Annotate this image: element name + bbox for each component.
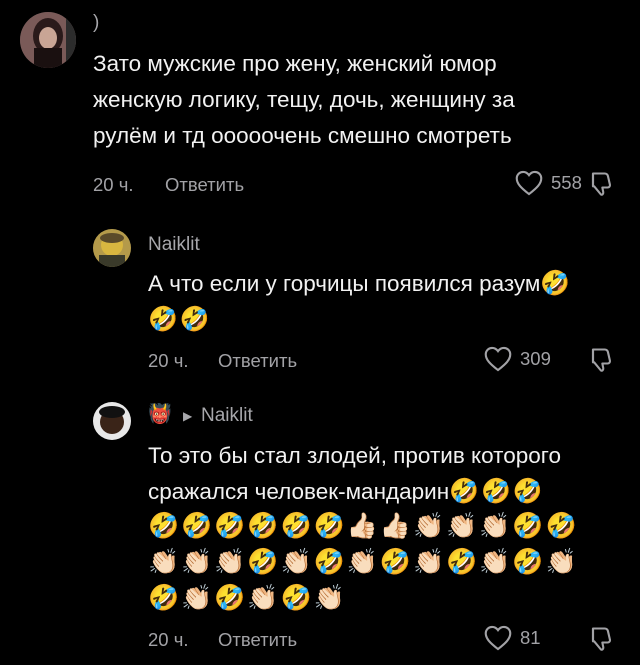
- comment-timestamp: 20 ч.: [148, 629, 189, 650]
- comment-line-text: А что если у горчицы появился разум: [148, 271, 541, 296]
- avatar-portrait-icon: [20, 12, 76, 68]
- dislike-button[interactable]: [586, 625, 614, 658]
- comment-timestamp: 20 ч.: [148, 350, 189, 371]
- dislike-button[interactable]: [586, 346, 614, 379]
- like-count: 309: [520, 348, 551, 369]
- comment-line: То это бы стал злодей, против которого: [148, 443, 561, 468]
- reply-to-author[interactable]: Naiklit: [201, 405, 253, 427]
- comment-line: сражался человек-мандарин🤣🤣🤣: [148, 474, 561, 510]
- comment-text: А что если у горчицы появился разум🤣 🤣🤣: [148, 266, 572, 338]
- author-emoji[interactable]: 👹: [148, 402, 172, 426]
- comment-line: Зато мужские про жену, женский юмор: [93, 51, 497, 76]
- avatar-face-icon: [93, 402, 131, 440]
- reply-arrow-icon: ▶: [183, 409, 193, 423]
- comment-line: рулём и тд ооооочень смешно смотреть: [93, 123, 512, 148]
- thumbs-down-icon: [591, 172, 612, 196]
- avatar[interactable]: [20, 12, 76, 68]
- avatar-mustard-icon: [93, 229, 131, 267]
- comment-line: женскую логику, тещу, дочь, женщину за: [93, 87, 515, 112]
- heart-icon: [484, 346, 512, 372]
- emoji: 🤣🤣: [148, 306, 212, 333]
- emoji: 🤣: [540, 270, 573, 297]
- reply-button[interactable]: Ответить: [218, 350, 297, 372]
- thumbs-down-icon: [591, 348, 612, 372]
- emoji-row: 🤣🤣🤣🤣🤣🤣👍🏻👍🏻👏🏻👏🏻👏🏻🤣🤣: [148, 512, 579, 540]
- reply-button[interactable]: Ответить: [218, 629, 297, 651]
- dislike-button[interactable]: [586, 170, 614, 203]
- comment-line: А что если у горчицы появился разум🤣: [148, 266, 572, 302]
- comment-line-text: сражался человек-мандарин: [148, 479, 450, 504]
- thumbs-down-icon: [591, 627, 612, 651]
- reply-button[interactable]: Ответить: [165, 174, 244, 196]
- like-count: 558: [551, 172, 582, 193]
- emoji-row: 🤣👏🏻🤣👏🏻🤣👏🏻: [148, 584, 347, 612]
- comment-text: Зато мужские про жену, женский юмор женс…: [93, 46, 515, 154]
- like-button[interactable]: 81: [484, 625, 541, 651]
- heart-icon: [484, 625, 512, 651]
- heart-icon: [515, 170, 543, 196]
- comment-line: 🤣🤣: [148, 302, 572, 338]
- emoji: 🤣🤣🤣: [449, 478, 545, 505]
- comment-author[interactable]: ): [93, 12, 99, 34]
- emoji-row: 👏🏻👏🏻👏🏻🤣👏🏻🤣👏🏻🤣👏🏻🤣👏🏻🤣👏🏻: [148, 548, 579, 576]
- like-count: 81: [520, 627, 541, 648]
- avatar[interactable]: [93, 402, 131, 440]
- comment-timestamp: 20 ч.: [93, 174, 134, 195]
- comment-text: То это бы стал злодей, против которого с…: [148, 438, 561, 510]
- like-button[interactable]: 309: [484, 346, 551, 372]
- like-button[interactable]: 558: [515, 170, 582, 196]
- avatar[interactable]: [93, 229, 131, 267]
- comment-author[interactable]: Naiklit: [148, 234, 200, 256]
